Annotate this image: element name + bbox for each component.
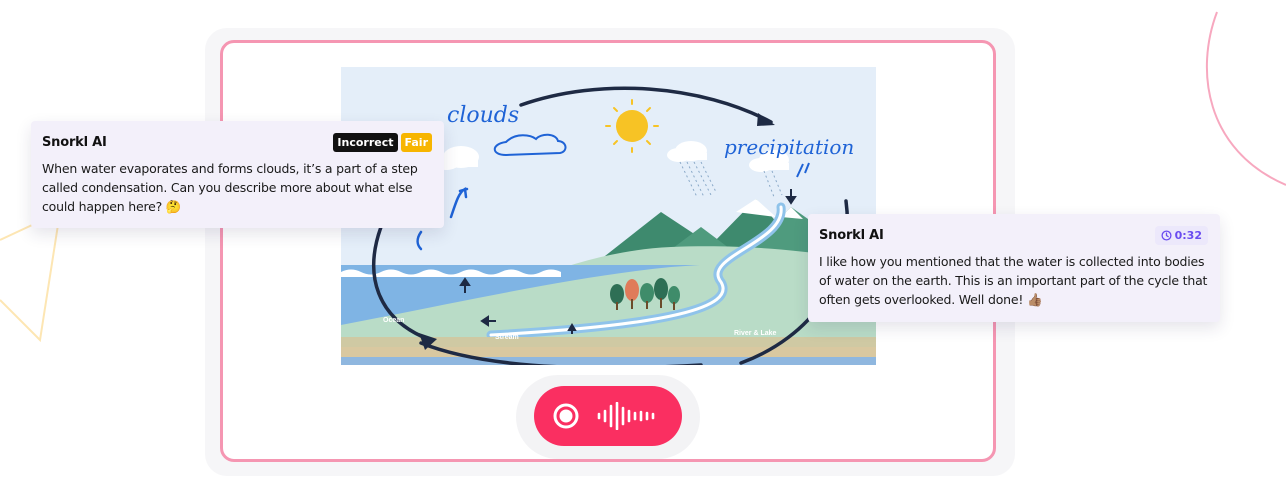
clock-icon [1161, 230, 1172, 241]
feedback-text: When water evaporates and forms clouds, … [42, 161, 418, 214]
card-title: Snorkl AI [42, 135, 107, 150]
label-river-lake: River & Lake [734, 330, 777, 337]
feedback-card-left: Snorkl AI Incorrect Fair When water evap… [31, 121, 444, 228]
label-ocean: Ocean [383, 317, 404, 324]
timer-badge: 0:32 [1154, 226, 1208, 245]
card-header: Snorkl AI Incorrect Fair [42, 133, 432, 152]
badge-incorrect: Incorrect [333, 133, 398, 152]
label-stream: Stream [495, 334, 519, 341]
badge-fair: Fair [400, 133, 432, 152]
feedback-card-right: Snorkl AI 0:32 I like how you mentioned … [808, 214, 1220, 322]
card-title: Snorkl AI [819, 228, 884, 243]
record-icon [553, 403, 579, 429]
handwritten-precipitation: precipitation [724, 135, 854, 159]
feedback-text: I like how you mentioned that the water … [819, 254, 1208, 307]
waveform-icon [597, 402, 655, 430]
card-header: Snorkl AI 0:32 [819, 226, 1208, 245]
handwritten-clouds: clouds [447, 103, 519, 128]
timer-value: 0:32 [1174, 229, 1202, 242]
badge-group: Incorrect Fair [333, 133, 432, 152]
record-button[interactable] [534, 386, 682, 446]
